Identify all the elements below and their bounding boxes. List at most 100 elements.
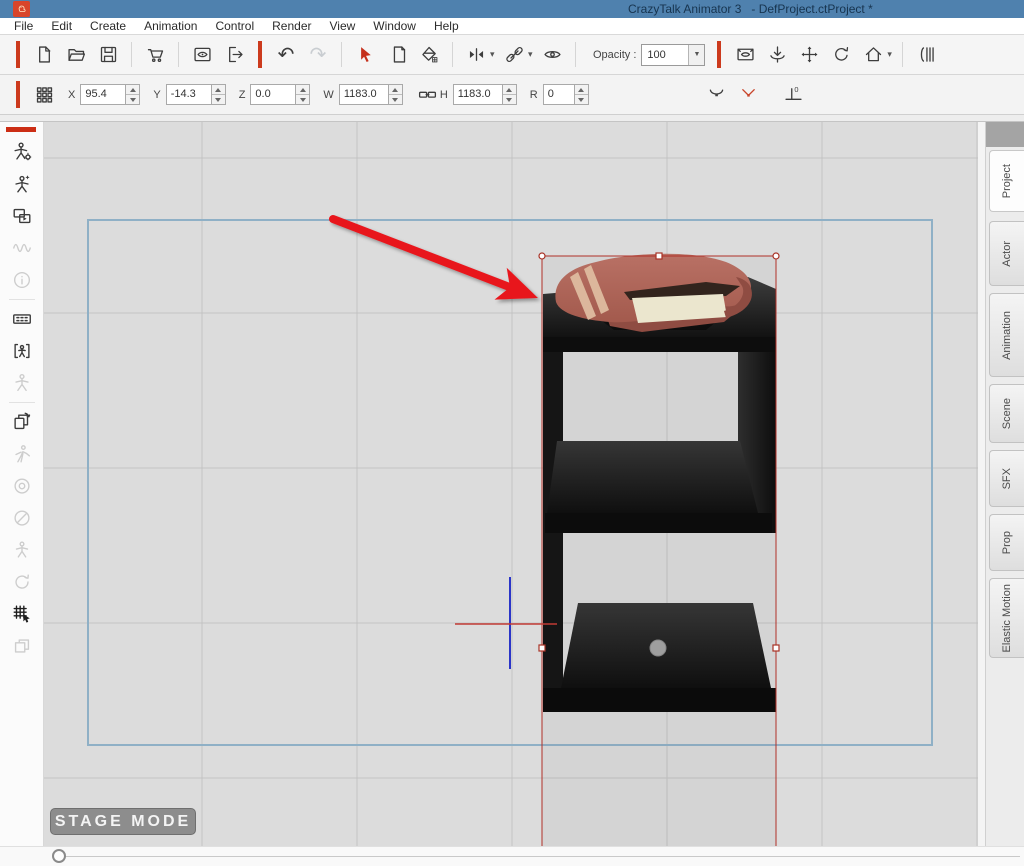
- w-label: W: [323, 89, 333, 101]
- motion-puppet-button[interactable]: [7, 338, 37, 364]
- menu-view[interactable]: View: [320, 18, 364, 35]
- handle-top-right[interactable]: [773, 253, 779, 259]
- content-store-button[interactable]: [140, 40, 170, 70]
- h-field: H 1183.0: [440, 84, 517, 105]
- menu-render[interactable]: Render: [263, 18, 320, 35]
- tab-animation[interactable]: Animation: [989, 293, 1024, 377]
- anchor-button[interactable]: [762, 40, 792, 70]
- sprite-editor-button[interactable]: [7, 409, 37, 435]
- z-field: Z 0.0: [239, 84, 311, 105]
- undo-button[interactable]: ↶: [271, 40, 301, 70]
- redo-button[interactable]: ↷: [303, 40, 333, 70]
- sharp-curve-button[interactable]: [734, 80, 764, 110]
- sprite-layers-button[interactable]: [911, 40, 941, 70]
- info-circle-button[interactable]: [7, 267, 37, 293]
- handle-top-left[interactable]: [539, 253, 545, 259]
- x-input[interactable]: 95.4: [80, 84, 126, 105]
- move-tool-button[interactable]: [794, 40, 824, 70]
- tab-actor[interactable]: Actor: [989, 221, 1024, 286]
- visibility-button[interactable]: [537, 40, 567, 70]
- tab-project[interactable]: Project: [989, 150, 1024, 212]
- slider-knob[interactable]: [52, 849, 66, 863]
- window-title: CrazyTalk Animator 3 - DefProject.ctProj…: [628, 1, 873, 17]
- loop-motion-button[interactable]: [7, 569, 37, 595]
- w-input[interactable]: 1183.0: [339, 84, 389, 105]
- paint-bucket-button[interactable]: [414, 40, 444, 70]
- red-separator: [717, 41, 721, 68]
- rotate-tool-button[interactable]: [826, 40, 856, 70]
- stage-canvas[interactable]: STAGE MODE: [44, 122, 978, 846]
- r-label: R: [530, 89, 538, 101]
- create-media-button[interactable]: [382, 40, 412, 70]
- media-frames-button[interactable]: [7, 203, 37, 229]
- toolbar-gap: [0, 115, 1024, 122]
- actor-animation-button[interactable]: [7, 171, 37, 197]
- menu-help[interactable]: Help: [425, 18, 468, 35]
- shelf-top-edge: [543, 337, 776, 352]
- export-button[interactable]: [219, 40, 249, 70]
- audio-wave-button[interactable]: [7, 235, 37, 261]
- smooth-curve-button[interactable]: [702, 80, 732, 110]
- x-label: X: [68, 89, 75, 101]
- x-spinner[interactable]: [126, 84, 140, 105]
- camera-view-button[interactable]: [730, 40, 760, 70]
- right-gap: [978, 122, 985, 846]
- menu-edit[interactable]: Edit: [42, 18, 81, 35]
- menu-window[interactable]: Window: [364, 18, 425, 35]
- z-spinner[interactable]: [296, 84, 310, 105]
- layers-button[interactable]: [7, 633, 37, 659]
- preview-button[interactable]: [187, 40, 217, 70]
- h-spinner[interactable]: [503, 84, 517, 105]
- handle-mid-left[interactable]: [539, 645, 545, 651]
- grid-snap-button[interactable]: [29, 80, 59, 110]
- y-input[interactable]: -14.3: [166, 84, 212, 105]
- menu-control[interactable]: Control: [206, 18, 263, 35]
- grid-select-button[interactable]: [7, 601, 37, 627]
- attach-button[interactable]: [499, 40, 529, 70]
- render-state-button[interactable]: [7, 505, 37, 531]
- app-icon: [13, 1, 30, 17]
- y-spinner[interactable]: [212, 84, 226, 105]
- camera-lens-button[interactable]: [7, 473, 37, 499]
- shelf-prop[interactable]: [543, 277, 776, 712]
- opacity-combo[interactable]: 100 ▼: [641, 44, 705, 66]
- slider-track[interactable]: [60, 856, 1020, 857]
- tab-scene[interactable]: Scene: [989, 384, 1024, 443]
- body-motion-button[interactable]: [7, 370, 37, 396]
- opacity-value[interactable]: 100: [642, 49, 688, 61]
- new-project-button[interactable]: [29, 40, 59, 70]
- menu-create[interactable]: Create: [81, 18, 135, 35]
- opacity-dropdown-icon[interactable]: ▼: [688, 45, 704, 65]
- tab-prop[interactable]: Prop: [989, 514, 1024, 571]
- character-pose-button[interactable]: [7, 537, 37, 563]
- handle-mid-right[interactable]: [773, 645, 779, 651]
- right-tab-strip: Project Actor Animation Scene SFX Prop E…: [985, 122, 1024, 846]
- tab-sfx[interactable]: SFX: [989, 450, 1024, 507]
- select-tool-button[interactable]: [350, 40, 380, 70]
- keyboard-puppet-button[interactable]: [7, 306, 37, 332]
- home-caret-icon[interactable]: ▾: [887, 49, 895, 60]
- pivot-point[interactable]: [650, 640, 666, 656]
- r-spinner[interactable]: [575, 84, 589, 105]
- flip-button[interactable]: [461, 40, 491, 70]
- attach-caret-icon[interactable]: ▾: [528, 49, 536, 60]
- panel-corner-block: [986, 122, 1024, 147]
- menu-file[interactable]: File: [5, 18, 42, 35]
- reset-rotation-button[interactable]: 0: [779, 80, 809, 110]
- home-button[interactable]: [858, 40, 888, 70]
- motion-path-button[interactable]: [7, 441, 37, 467]
- link-wh-button[interactable]: [417, 80, 439, 110]
- open-project-button[interactable]: [61, 40, 91, 70]
- z-input[interactable]: 0.0: [250, 84, 296, 105]
- y-label: Y: [153, 89, 160, 101]
- shelf-middle-face: [547, 441, 758, 513]
- tab-elastic-motion[interactable]: Elastic Motion: [989, 578, 1024, 658]
- r-input[interactable]: 0: [543, 84, 575, 105]
- w-spinner[interactable]: [389, 84, 403, 105]
- actor-setup-button[interactable]: [7, 139, 37, 165]
- save-project-button[interactable]: [93, 40, 123, 70]
- flip-caret-icon[interactable]: ▾: [490, 49, 498, 60]
- menu-animation[interactable]: Animation: [135, 18, 206, 35]
- handle-top-center[interactable]: [656, 253, 662, 259]
- h-input[interactable]: 1183.0: [453, 84, 503, 105]
